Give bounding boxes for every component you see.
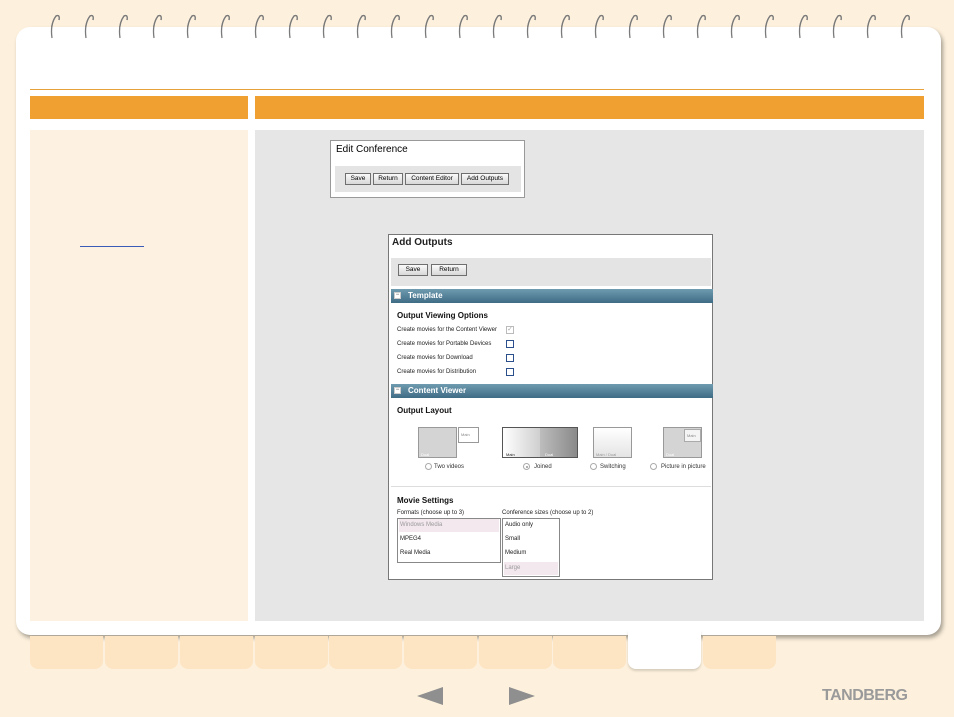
template-section-bar[interactable]: − Template [391, 289, 713, 303]
edit-conference-panel: Edit Conference Save Return Content Edit… [330, 140, 525, 198]
right-column-header [255, 96, 924, 119]
download-checkbox[interactable] [506, 354, 514, 362]
option-label: Create movies for Portable Devices [397, 341, 492, 347]
content-viewer-section-bar[interactable]: − Content Viewer [391, 384, 713, 398]
picture-in-picture-radio[interactable] [650, 463, 657, 470]
list-item[interactable]: Large [504, 562, 558, 575]
sizes-listbox[interactable]: Audio only Small Medium Large [502, 518, 560, 577]
nav-tab[interactable] [180, 636, 253, 669]
thumb-dual-label: Dual [545, 452, 554, 457]
list-item[interactable]: Real Media [399, 547, 499, 560]
sizes-label: Conference sizes (choose up to 2) [502, 510, 594, 516]
formats-listbox[interactable]: Windows Media MPEG4 Real Media [397, 518, 501, 563]
section-divider [391, 486, 711, 487]
two-videos-radio[interactable] [425, 463, 432, 470]
list-item[interactable]: Small [504, 533, 558, 546]
collapse-icon[interactable]: − [394, 292, 401, 299]
content-viewer-section-label: Content Viewer [408, 386, 467, 395]
thumb-dual-label: Dual [421, 452, 430, 457]
header-rule [30, 89, 924, 90]
distribution-checkbox[interactable] [506, 368, 514, 376]
thumb-main-label: Main [506, 452, 515, 457]
output-layout-heading: Output Layout [397, 406, 452, 415]
nav-tab[interactable] [703, 636, 776, 669]
nav-tab[interactable] [105, 636, 178, 669]
portable-devices-checkbox[interactable] [506, 340, 514, 348]
list-item[interactable]: Windows Media [399, 519, 499, 532]
content-viewer-checkbox: ✓ [506, 326, 514, 334]
add-outputs-toolbar: Save Return [391, 258, 711, 286]
add-outputs-panel: Add Outputs Save Return − Template Outpu… [388, 234, 713, 580]
joined-thumbnail[interactable]: Main Dual [502, 427, 578, 458]
save-button[interactable]: Save [345, 173, 371, 185]
save-button[interactable]: Save [398, 264, 428, 276]
add-outputs-button[interactable]: Add Outputs [461, 173, 509, 185]
two-videos-main-box: Main [458, 427, 479, 443]
switching-label: Switching [600, 464, 626, 470]
tandberg-logo: TANDBERG [822, 687, 908, 704]
add-outputs-title: Add Outputs [392, 237, 453, 248]
switching-radio[interactable] [590, 463, 597, 470]
left-column-header [30, 96, 248, 119]
edit-conference-title: Edit Conference [336, 144, 408, 155]
two-videos-label: Two videos [434, 464, 465, 470]
pip-main-box: Main [684, 429, 701, 442]
thumb-main-label: Main [461, 432, 470, 437]
option-label: Create movies for Download [397, 355, 473, 361]
list-item[interactable]: Audio only [504, 519, 558, 532]
previous-arrow-icon[interactable] [417, 686, 445, 706]
movie-settings-heading: Movie Settings [397, 496, 454, 505]
nav-tab[interactable] [479, 636, 552, 669]
joined-radio[interactable] [523, 463, 530, 470]
list-item[interactable]: MPEG4 [399, 533, 499, 546]
formats-label: Formats (choose up to 3) [397, 510, 465, 516]
option-label: Create movies for Distribution [397, 369, 477, 375]
binder-rings-front [50, 14, 910, 39]
output-viewing-heading: Output Viewing Options [397, 311, 488, 320]
thumb-main-label: Main [687, 433, 696, 438]
thumb-switching-label: Main / Dual [596, 452, 617, 457]
nav-tab[interactable] [329, 636, 402, 669]
two-videos-thumbnail[interactable]: Dual Main [418, 427, 479, 458]
option-label: Create movies for the Content Viewer [397, 327, 497, 333]
picture-in-picture-label: Picture in picture [661, 464, 706, 470]
list-item[interactable]: Medium [504, 547, 558, 560]
edit-conference-toolbar: Save Return Content Editor Add Outputs [335, 166, 521, 192]
thumb-dual-label: Dual [666, 452, 675, 457]
return-button[interactable]: Return [431, 264, 467, 276]
content-editor-button[interactable]: Content Editor [405, 173, 459, 185]
nav-tab[interactable] [404, 636, 477, 669]
nav-tab[interactable] [553, 636, 626, 669]
template-section-label: Template [408, 291, 443, 300]
next-arrow-icon[interactable] [509, 686, 537, 706]
picture-in-picture-thumbnail[interactable]: Dual Main [663, 427, 702, 458]
side-pane [30, 130, 248, 621]
nav-tab-active[interactable] [628, 630, 701, 669]
collapse-icon[interactable]: − [394, 387, 401, 394]
side-link[interactable] [80, 246, 144, 247]
switching-thumbnail[interactable]: Main / Dual [593, 427, 632, 458]
return-button[interactable]: Return [373, 173, 403, 185]
nav-tab[interactable] [30, 636, 103, 669]
nav-tab[interactable] [255, 636, 328, 669]
joined-label: Joined [534, 464, 552, 470]
